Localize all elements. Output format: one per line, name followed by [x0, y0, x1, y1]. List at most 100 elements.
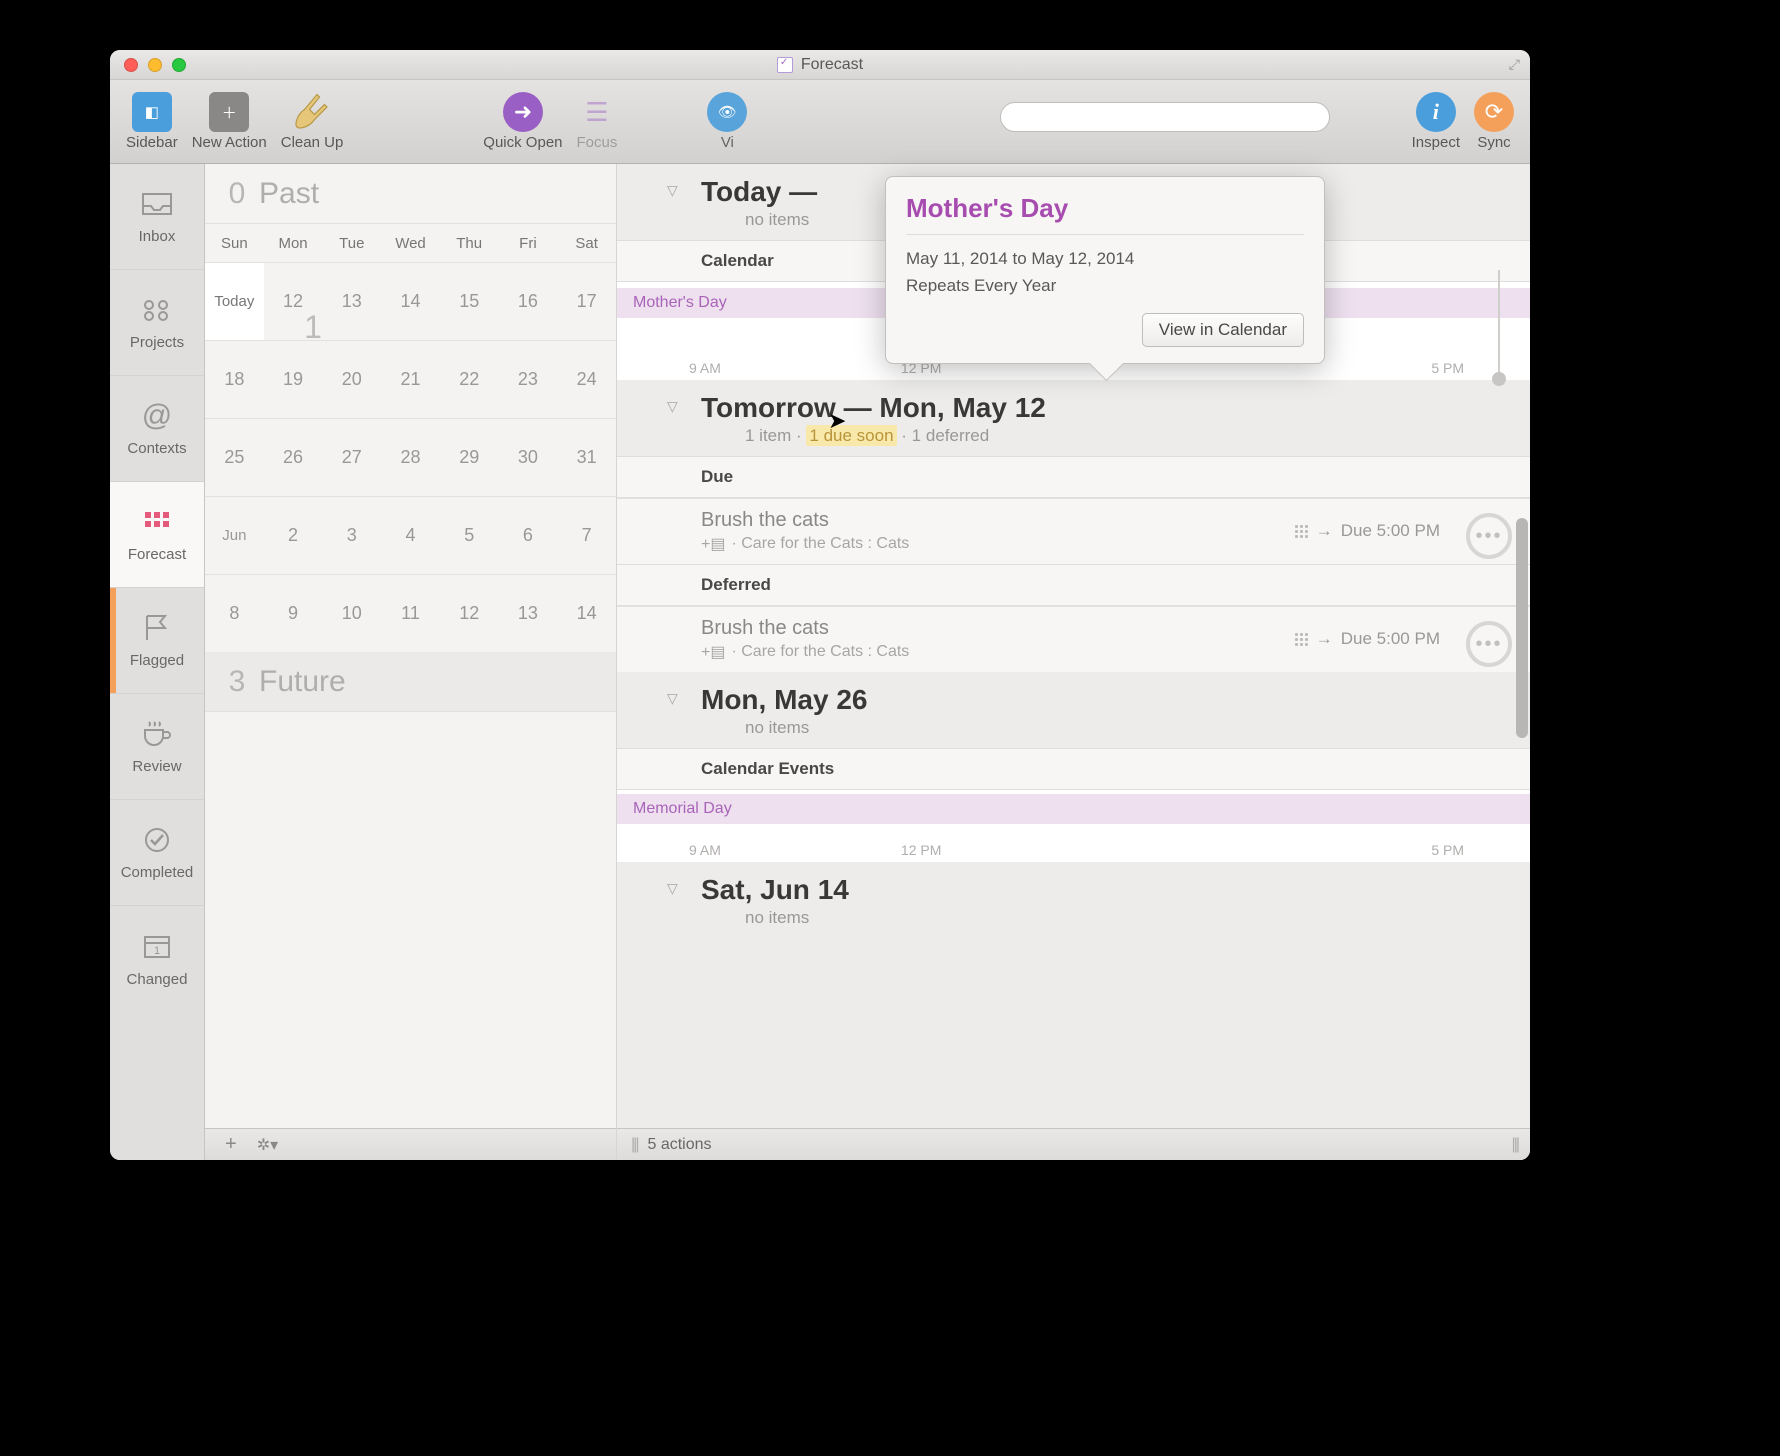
calendar-day[interactable]: 18: [205, 341, 264, 418]
mouse-cursor-icon: ➤: [828, 408, 846, 434]
perspective-contexts[interactable]: @ Contexts: [110, 376, 204, 482]
calendar-day[interactable]: 21: [381, 341, 440, 418]
search-input[interactable]: [1000, 102, 1330, 132]
grip-icon[interactable]: |||: [631, 1136, 637, 1154]
repeat-plus-icon: +▤: [701, 534, 725, 554]
sidebar-toggle-button[interactable]: ◧ Sidebar: [122, 92, 182, 151]
view-button[interactable]: 👁 Vi: [703, 92, 751, 151]
weekday: Wed: [381, 224, 440, 262]
calendar-day[interactable]: 14: [557, 575, 616, 652]
weekday: Tue: [322, 224, 381, 262]
calendar-day[interactable]: 12: [440, 575, 499, 652]
view-in-calendar-button[interactable]: View in Calendar: [1142, 313, 1304, 347]
disclosure-triangle-icon[interactable]: ▽: [667, 880, 678, 897]
sync-button[interactable]: ⟳ Sync: [1470, 92, 1518, 151]
calendar-event-memorial-day[interactable]: Memorial Day: [617, 794, 1530, 824]
calendar-month-label[interactable]: Jun: [205, 497, 264, 574]
calendar-day[interactable]: 5: [440, 497, 499, 574]
calendar-strip: Memorial Day: [617, 790, 1530, 832]
gear-menu[interactable]: ✲▾: [257, 1135, 278, 1155]
perspective-label: Changed: [127, 971, 188, 988]
plus-icon: ＋: [209, 92, 249, 132]
calendar-day[interactable]: 11: [381, 575, 440, 652]
calendar-day[interactable]: 23: [499, 341, 558, 418]
past-row[interactable]: 0 Past: [205, 164, 616, 224]
perspective-inbox[interactable]: Inbox: [110, 164, 204, 270]
perspective-label: Completed: [121, 864, 194, 881]
calendar-day[interactable]: 28: [381, 419, 440, 496]
window-title-text: Forecast: [801, 56, 863, 74]
task-path: · Care for the Cats : Cats: [731, 643, 909, 661]
perspective-forecast[interactable]: Forecast: [110, 482, 204, 588]
calendar-day[interactable]: 6: [499, 497, 558, 574]
calendar-day[interactable]: 30: [499, 419, 558, 496]
perspective-changed[interactable]: 1 Changed: [110, 906, 204, 1012]
perspective-review[interactable]: Review: [110, 694, 204, 800]
inspect-button[interactable]: i Inspect: [1408, 92, 1464, 151]
perspective-label: Contexts: [127, 440, 186, 457]
calendar-day[interactable]: 26: [264, 419, 323, 496]
task-status-circle[interactable]: •••: [1466, 621, 1512, 667]
calendar-day[interactable]: 2: [264, 497, 323, 574]
calendar-week-row: 8 9 10 11 12 13 14: [205, 574, 616, 652]
disclosure-triangle-icon[interactable]: ▽: [667, 182, 678, 199]
minical-footer: + ✲▾: [205, 1128, 616, 1160]
toolbar-label: Inspect: [1412, 134, 1460, 151]
sub-part: 1 item ·: [745, 426, 802, 445]
calendar-day[interactable]: 27: [322, 419, 381, 496]
focus-button[interactable]: ☰ Focus: [573, 92, 622, 151]
calendar-day[interactable]: 29: [440, 419, 499, 496]
past-label: Past: [259, 177, 319, 211]
day-subtitle: no items: [661, 908, 809, 928]
task-row[interactable]: Brush the cats +▤ · Care for the Cats : …: [617, 498, 1530, 564]
at-icon: @: [138, 400, 176, 432]
calendar-day[interactable]: 4: [381, 497, 440, 574]
day-title: Sat, Jun 14: [661, 874, 849, 906]
calendar-day[interactable]: 31: [557, 419, 616, 496]
perspective-projects[interactable]: Projects: [110, 270, 204, 376]
calendar-day[interactable]: 16: [499, 263, 558, 340]
popover-repeat: Repeats Every Year: [906, 272, 1304, 299]
future-count: 3: [215, 665, 259, 699]
task-due-info: → Due 5:00 PM: [1294, 521, 1440, 541]
quick-open-button[interactable]: ➜ Quick Open: [479, 92, 566, 151]
grip-icon[interactable]: |||: [1512, 1136, 1518, 1154]
weekday: Mon: [264, 224, 323, 262]
calendar-day-today[interactable]: Today: [205, 263, 264, 340]
calendar-day[interactable]: 8: [205, 575, 264, 652]
clean-up-button[interactable]: Clean Up: [277, 92, 348, 151]
calendar-day[interactable]: 20: [322, 341, 381, 418]
popover-dates: May 11, 2014 to May 12, 2014: [906, 245, 1304, 272]
add-button[interactable]: +: [225, 1133, 237, 1156]
perspective-flagged[interactable]: Flagged: [110, 588, 204, 694]
task-status-circle[interactable]: •••: [1466, 513, 1512, 559]
calendar-day[interactable]: 13: [499, 575, 558, 652]
calendar-day[interactable]: 25: [205, 419, 264, 496]
calendar-day[interactable]: 19: [264, 341, 323, 418]
arrow-right-icon: ➜: [503, 92, 543, 132]
due-soon-badge: 1 due soon: [806, 425, 896, 446]
calendar-day[interactable]: 3: [322, 497, 381, 574]
sync-icon: ⟳: [1474, 92, 1514, 132]
calendar-day[interactable]: 14: [381, 263, 440, 340]
disclosure-triangle-icon[interactable]: ▽: [667, 398, 678, 415]
calendar-day[interactable]: 22: [440, 341, 499, 418]
calendar-day[interactable]: 10: [322, 575, 381, 652]
due-time: Due 5:00 PM: [1341, 629, 1440, 649]
disclosure-triangle-icon[interactable]: ▽: [667, 690, 678, 707]
perspective-completed[interactable]: Completed: [110, 800, 204, 906]
calendar-day[interactable]: 17: [557, 263, 616, 340]
calendar-day[interactable]: 9: [264, 575, 323, 652]
task-due-info: → Due 5:00 PM: [1294, 629, 1440, 649]
future-row[interactable]: 3 Future: [205, 652, 616, 712]
calendar-day[interactable]: 7: [557, 497, 616, 574]
new-action-button[interactable]: ＋ New Action: [188, 92, 271, 151]
calendar-events-label: Calendar Events: [617, 748, 1530, 790]
scrollbar-thumb[interactable]: [1516, 518, 1528, 738]
calendar-day[interactable]: 24: [557, 341, 616, 418]
task-path: · Care for the Cats : Cats: [731, 535, 909, 553]
task-row[interactable]: Brush the cats +▤ · Care for the Cats : …: [617, 606, 1530, 672]
time-label: 12 PM: [901, 842, 941, 858]
fullscreen-icon[interactable]: ⤢: [1509, 56, 1520, 73]
calendar-day[interactable]: 15: [440, 263, 499, 340]
